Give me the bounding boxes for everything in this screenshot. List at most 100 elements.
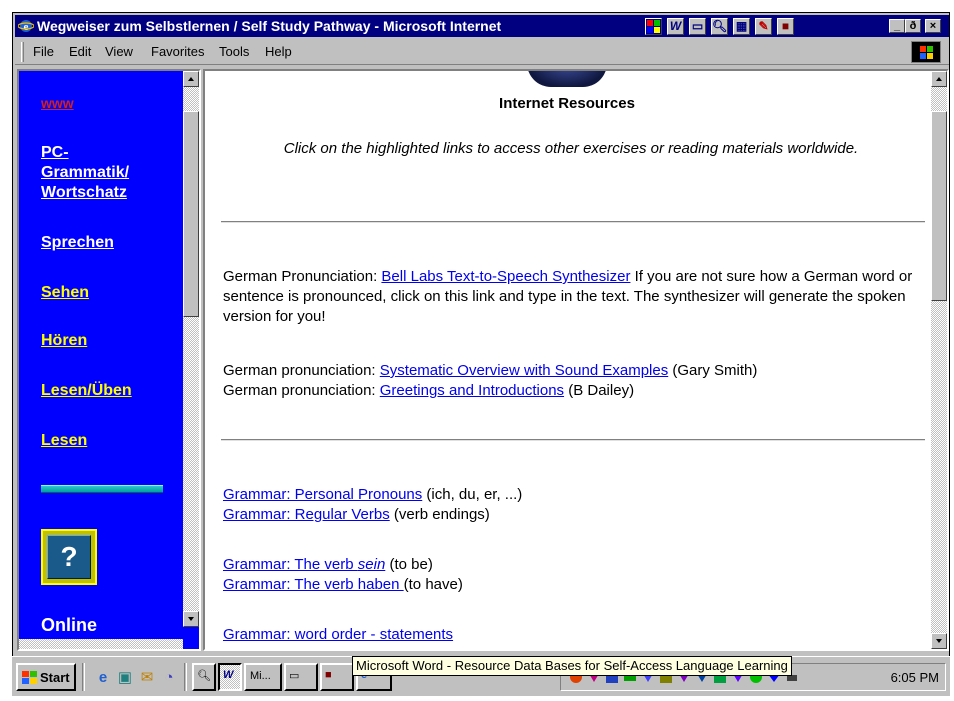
menu-view[interactable]: View bbox=[105, 44, 133, 59]
taskbar-separator bbox=[184, 663, 187, 691]
arrow-down-icon bbox=[188, 617, 194, 621]
list-item: Grammar: The verb sein (to be) bbox=[223, 555, 913, 575]
restore-button[interactable]: ð bbox=[905, 19, 921, 33]
start-button[interactable]: Start bbox=[16, 663, 76, 691]
list-item: Grammar: word order - statements bbox=[223, 625, 913, 645]
close-doc-icon[interactable]: ■ bbox=[777, 18, 794, 35]
nav-link-online[interactable]: Online bbox=[41, 615, 97, 635]
internet-explorer-icon: e bbox=[18, 20, 34, 33]
clock: 6:05 PM bbox=[890, 670, 939, 685]
nav-link-sehen[interactable]: Sehen bbox=[41, 283, 89, 303]
desktop-task-button[interactable]: ▭ bbox=[284, 663, 318, 691]
window-title: Wegweiser zum Selbstlernen / Self Study … bbox=[37, 18, 502, 34]
nav-link-grammatik[interactable]: Grammatik/ bbox=[41, 163, 129, 183]
left-scroll-thumb[interactable] bbox=[183, 111, 199, 317]
channels-icon[interactable]: ◔ bbox=[160, 669, 178, 687]
find-icon: 🔍︎ bbox=[197, 670, 211, 682]
word-icon: W bbox=[223, 669, 234, 681]
left-scroll-down-button[interactable] bbox=[183, 611, 199, 627]
verb-sein-link[interactable]: Grammar: The verb sein bbox=[223, 556, 385, 573]
greetings-link[interactable]: Greetings and Introductions bbox=[380, 382, 564, 399]
image-icon: ■ bbox=[325, 669, 332, 681]
task-label: Mi... bbox=[250, 670, 271, 682]
link-note: (verb endings) bbox=[389, 506, 490, 523]
personal-pronouns-link[interactable]: Grammar: Personal Pronouns bbox=[223, 486, 422, 503]
close-button[interactable]: × bbox=[925, 19, 941, 33]
tooltip: Microsoft Word - Resource Data Bases for… bbox=[352, 656, 792, 676]
desktop-icon: ▭ bbox=[289, 670, 300, 682]
desktop-icon[interactable]: ▣ bbox=[116, 669, 134, 687]
word-order-link[interactable]: Grammar: word order - statements bbox=[223, 626, 453, 643]
content-scroll-thumb[interactable] bbox=[931, 111, 947, 301]
menu-grip[interactable] bbox=[21, 42, 24, 62]
author-note: (Gary Smith) bbox=[668, 362, 758, 379]
divider bbox=[221, 221, 925, 223]
content-scroll-up-button[interactable] bbox=[931, 71, 947, 87]
pronunciation-label: German pronunciation: bbox=[223, 382, 380, 399]
nav-link-lesen[interactable]: Lesen bbox=[41, 431, 87, 451]
word-icon[interactable]: W bbox=[667, 18, 684, 35]
page-heading: Internet Resources bbox=[499, 95, 635, 112]
outlook-icon[interactable]: ✉ bbox=[138, 669, 156, 687]
arrow-up-icon bbox=[936, 77, 942, 81]
divider bbox=[221, 439, 925, 441]
author-note: (B Dailey) bbox=[564, 382, 635, 399]
taskbar-separator bbox=[82, 663, 85, 691]
menu-file[interactable]: File bbox=[33, 44, 54, 59]
regular-verbs-link[interactable]: Grammar: Regular Verbs bbox=[223, 506, 390, 523]
content-vertical-scrollbar[interactable] bbox=[931, 71, 947, 649]
link-text: Grammar: The verb bbox=[223, 556, 358, 573]
help-button[interactable]: ? bbox=[41, 529, 97, 585]
systematic-overview-link[interactable]: Systematic Overview with Sound Examples bbox=[380, 362, 668, 379]
mi-task-button[interactable]: Mi... bbox=[244, 663, 282, 691]
ie-icon[interactable]: e bbox=[94, 669, 112, 687]
list-item: Grammar: Regular Verbs (verb endings) bbox=[223, 505, 913, 525]
left-horizontal-scrollbar[interactable] bbox=[19, 639, 183, 649]
image-task-button[interactable]: ■ bbox=[320, 663, 354, 691]
nav-link-wortschatz[interactable]: Wortschatz bbox=[41, 183, 127, 203]
nav-link-hoeren[interactable]: Hören bbox=[41, 331, 87, 351]
menu-tools[interactable]: Tools bbox=[219, 44, 249, 59]
find-task-button[interactable]: 🔍︎ bbox=[192, 663, 216, 691]
question-mark-icon: ? bbox=[47, 535, 91, 579]
menu-favorites[interactable]: Favorites bbox=[151, 44, 204, 59]
word-task-button[interactable]: W bbox=[218, 663, 242, 691]
navigation-frame: www PC- Grammatik/ Wortschatz Sprechen S… bbox=[17, 69, 201, 651]
link-note: (to be) bbox=[385, 556, 433, 573]
title-bar[interactable]: e Wegweiser zum Selbstlernen / Self Stud… bbox=[15, 15, 949, 37]
globe-image bbox=[527, 71, 607, 87]
tools-icon[interactable]: ✎ bbox=[755, 18, 772, 35]
left-scroll-up-button[interactable] bbox=[183, 71, 199, 87]
bell-labs-link[interactable]: Bell Labs Text-to-Speech Synthesizer bbox=[381, 268, 630, 285]
pronunciation-label: German pronunciation: bbox=[223, 362, 380, 379]
pronunciation-label: German Pronunciation: bbox=[223, 268, 382, 285]
menu-help[interactable]: Help bbox=[265, 44, 292, 59]
taskbar-icon[interactable] bbox=[645, 18, 662, 35]
browser-window: e Wegweiser zum Selbstlernen / Self Stud… bbox=[12, 12, 950, 696]
link-note: (to have) bbox=[403, 576, 463, 593]
verb-haben-link[interactable]: Grammar: The verb haben bbox=[223, 576, 404, 593]
windows-logo-icon bbox=[22, 671, 37, 684]
pronunciation-paragraph: German Pronunciation: Bell Labs Text-to-… bbox=[223, 267, 913, 327]
content-scroll-down-button[interactable] bbox=[931, 633, 947, 649]
keyboard-icon[interactable]: ▦ bbox=[733, 18, 750, 35]
windows-throbber-logo bbox=[911, 41, 941, 63]
nav-link-sprechen[interactable]: Sprechen bbox=[41, 233, 114, 253]
start-label: Start bbox=[40, 670, 70, 685]
list-item: Grammar: The verb haben (to have) bbox=[223, 575, 913, 595]
nav-link-www[interactable]: www bbox=[41, 93, 74, 113]
find-icon[interactable]: 🔍︎ bbox=[711, 18, 728, 35]
link-note: (ich, du, er, ...) bbox=[422, 486, 523, 503]
link-text-emphasis: sein bbox=[357, 556, 386, 573]
content-frame: Internet Resources Click on the highligh… bbox=[203, 69, 949, 651]
window-icon[interactable]: ▭ bbox=[689, 18, 706, 35]
left-vertical-scrollbar[interactable] bbox=[183, 71, 199, 627]
menu-edit[interactable]: Edit bbox=[69, 44, 91, 59]
arrow-down-icon bbox=[936, 639, 942, 643]
list-item: Grammar: Personal Pronouns (ich, du, er,… bbox=[223, 485, 913, 505]
nav-link-pc[interactable]: PC- bbox=[41, 143, 69, 163]
minimize-button[interactable]: _ bbox=[889, 19, 905, 33]
menu-bar: File Edit View Favorites Tools Help bbox=[15, 39, 949, 65]
nav-link-lesen-ueben[interactable]: Lesen/Üben bbox=[41, 381, 132, 401]
list-item: German pronunciation: Greetings and Intr… bbox=[223, 381, 913, 401]
